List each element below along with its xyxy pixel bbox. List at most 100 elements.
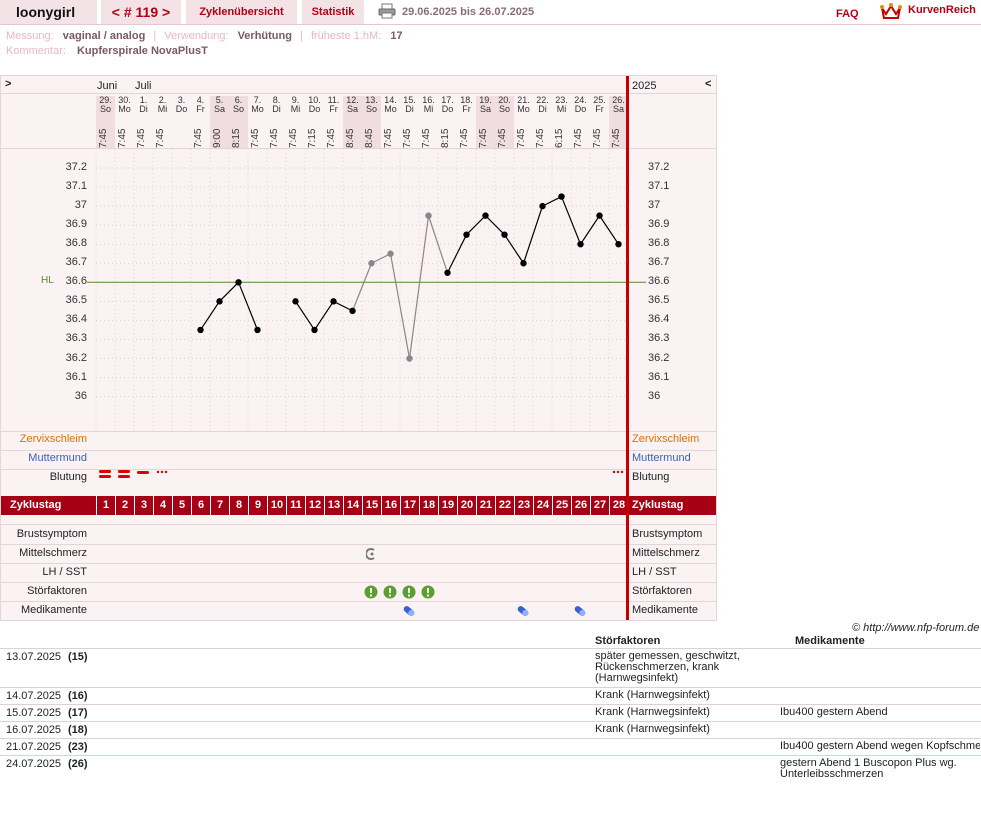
note-cycle-day: (16) bbox=[68, 690, 88, 702]
faq-link[interactable]: FAQ bbox=[836, 2, 859, 26]
printer-icon[interactable] bbox=[378, 3, 396, 19]
temperature-point bbox=[501, 231, 508, 238]
brand-name[interactable]: KurvenReich bbox=[908, 0, 976, 20]
y-tick-label-right: 36.5 bbox=[648, 294, 670, 307]
cycle-day-number: 5 bbox=[172, 496, 191, 515]
note-cycle-day: (26) bbox=[68, 758, 88, 770]
temperature-point bbox=[615, 241, 622, 248]
notes-row: 15.07.2025 (17) Krank (Harnwegsinfekt) Ibu4… bbox=[0, 704, 981, 719]
bleeding-label: Blutung bbox=[49, 471, 87, 483]
cycle-day-number: 9 bbox=[248, 496, 267, 515]
tab-cycle-overview[interactable]: Zyklenübersicht bbox=[186, 0, 297, 24]
disturbances-label: Störfaktoren bbox=[27, 585, 87, 597]
temperature-point bbox=[292, 298, 299, 305]
notes-row: 14.07.2025 (16) Krank (Harnwegsinfekt) bbox=[0, 687, 981, 702]
y-tick-label-right: 36.9 bbox=[648, 218, 670, 231]
crown-logo-icon bbox=[880, 2, 902, 20]
cycle-day-number: 18 bbox=[419, 496, 438, 515]
date-range: 29.06.2025 bis 26.07.2025 bbox=[402, 6, 535, 18]
note-disturbance: Krank (Harnwegsinfekt) bbox=[595, 723, 710, 735]
top-bar: loonygirl < # 119 > Zyklenübersicht Stat… bbox=[0, 0, 981, 25]
cycle-day-number: 13 bbox=[324, 496, 343, 515]
note-date: 24.07.2025 bbox=[6, 758, 62, 770]
cycle-day-number: 6 bbox=[191, 496, 210, 515]
medication-label-right: Medikamente bbox=[632, 604, 699, 616]
temperature-point bbox=[197, 326, 204, 334]
temperature-point bbox=[463, 231, 470, 238]
temperature-point bbox=[216, 298, 223, 305]
measure-info: Messung: vaginal / analog | Verwendung: … bbox=[6, 30, 403, 42]
temperature-point bbox=[520, 260, 527, 267]
temperature-point bbox=[444, 269, 451, 276]
cycle-day-number: 17 bbox=[400, 496, 419, 515]
temperature-point bbox=[596, 212, 603, 219]
y-tick-label-right: 37.2 bbox=[648, 161, 670, 173]
cycle-navigator[interactable]: < # 119 > bbox=[101, 0, 181, 24]
y-tick-label: 36.7 bbox=[65, 256, 87, 269]
cycle-day-number: 11 bbox=[286, 496, 305, 515]
cervix-position-label-right: Muttermund bbox=[632, 452, 691, 464]
notes-header-disturbances: Störfaktoren bbox=[595, 635, 661, 647]
y-tick-label: 36.5 bbox=[65, 294, 87, 307]
note-date: 13.07.2025 bbox=[6, 651, 62, 663]
medication-label: Medikamente bbox=[20, 604, 87, 616]
temperature-segment bbox=[522, 205, 544, 264]
y-tick-label-right: 36.2 bbox=[648, 351, 670, 364]
y-tick-label-right: 36.4 bbox=[648, 313, 670, 326]
y-tick-label: 36.8 bbox=[65, 237, 87, 250]
y-tick-label-right: 36.7 bbox=[648, 256, 670, 269]
comment-value: Kupferspirale NovaPlusT bbox=[76, 45, 208, 57]
cycle-day-number: 3 bbox=[134, 496, 153, 515]
cycle-day-number: 7 bbox=[210, 496, 229, 515]
note-disturbance: Krank (Harnwegsinfekt) bbox=[595, 689, 710, 701]
y-tick-label: 36.4 bbox=[65, 313, 87, 326]
y-tick-label: 37.1 bbox=[65, 180, 87, 193]
note-cycle-day: (23) bbox=[68, 741, 88, 753]
earliest-label: früheste 1.hM: bbox=[310, 30, 382, 42]
cycle-day-number: 24 bbox=[533, 496, 552, 515]
username: loonygirl bbox=[0, 0, 97, 24]
y-tick-label-right: 36.8 bbox=[648, 237, 670, 250]
notes-row: 24.07.2025 (26) gestern Abend 1 Buscopon P… bbox=[0, 755, 981, 780]
temperature-point bbox=[349, 307, 356, 315]
note-cycle-day: (18) bbox=[68, 724, 88, 736]
notes-header-medication: Medikamente bbox=[795, 635, 865, 647]
cervix-label-right: Zervixschleim bbox=[632, 433, 700, 445]
comment-label: Kommentar: bbox=[6, 45, 66, 57]
note-date: 21.07.2025 bbox=[6, 741, 62, 753]
y-tick-label: 36 bbox=[74, 389, 87, 402]
mittelschmerz-label: Mittelschmerz bbox=[19, 547, 87, 559]
cycle-day-number: 14 bbox=[343, 496, 362, 515]
notes-row: 16.07.2025 (18) Krank (Harnwegsinfekt) bbox=[0, 721, 981, 736]
tab-statistics[interactable]: Statistik bbox=[302, 0, 364, 24]
temperature-point bbox=[235, 279, 242, 286]
temperature-point bbox=[425, 212, 432, 219]
note-disturbance: später gemessen, geschwitzt, Rückenschme… bbox=[595, 650, 740, 684]
cycle-day-number: 15 bbox=[362, 496, 381, 515]
temperature-point bbox=[482, 212, 489, 219]
breast-symptom-label: Brustsymptom bbox=[16, 528, 87, 540]
comment-info: Kommentar: Kupferspirale NovaPlusT bbox=[6, 45, 208, 57]
note-date: 14.07.2025 bbox=[6, 690, 62, 702]
cycle-day-number: 26 bbox=[571, 496, 590, 515]
note-medication: Ibu400 gestern Abend bbox=[780, 707, 888, 718]
cycle-day-label: Zyklustag bbox=[10, 499, 62, 511]
cycle-day-label-right: Zyklustag bbox=[632, 499, 684, 511]
cycle-day-number: 8 bbox=[229, 496, 248, 515]
pill-icon bbox=[517, 606, 529, 616]
copyright: © http://www.nfp-forum.de bbox=[852, 622, 980, 634]
notes-row: 13.07.2025 (15) später gemessen, geschwitz… bbox=[0, 648, 981, 684]
pill-icon bbox=[574, 606, 586, 616]
notes-row: 21.07.2025 (23) Ibu400 gestern Abend wegen… bbox=[0, 738, 981, 753]
temperature-segment bbox=[504, 234, 524, 264]
cycle-day-number: 23 bbox=[514, 496, 533, 515]
bleeding-icon bbox=[99, 470, 111, 478]
temperature-segment bbox=[351, 263, 373, 312]
note-cycle-day: (15) bbox=[68, 651, 88, 663]
temperature-point bbox=[330, 298, 337, 305]
lh-test-label: LH / SST bbox=[42, 566, 87, 578]
y-tick-label: 36.3 bbox=[65, 332, 87, 345]
temperature-point bbox=[254, 326, 261, 334]
temperature-segment bbox=[466, 215, 486, 236]
y-tick-label-right: 36 bbox=[648, 389, 661, 402]
